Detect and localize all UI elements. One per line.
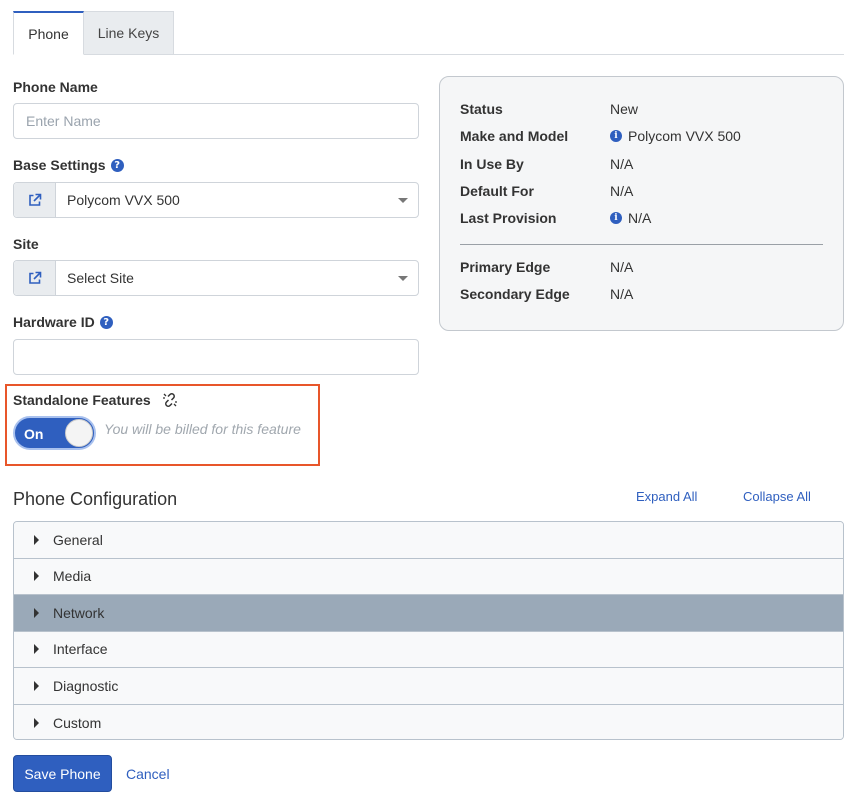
save-phone-button[interactable]: Save Phone xyxy=(13,755,112,792)
caret-right-icon xyxy=(34,717,39,728)
phone-configuration-title: Phone Configuration xyxy=(13,489,178,509)
hardware-id-input[interactable] xyxy=(13,339,419,375)
chevron-down-icon xyxy=(398,198,408,203)
status-key: Primary Edge xyxy=(460,259,551,275)
status-value-text: N/A xyxy=(610,259,634,275)
secondary-edge-row: Secondary Edge N/A xyxy=(460,286,633,302)
status-value: N/A xyxy=(610,259,633,275)
caret-right-icon xyxy=(34,607,39,618)
status-key: Make and Model xyxy=(460,128,569,144)
accordion-item-network[interactable]: Network xyxy=(14,595,843,632)
caret-right-icon xyxy=(34,571,39,582)
billing-note: You will be billed for this feature xyxy=(104,421,301,437)
status-value-text: N/A xyxy=(628,210,652,226)
caret-right-icon xyxy=(34,680,39,691)
external-link-icon xyxy=(28,193,41,206)
primary-edge-row: Primary Edge N/A xyxy=(460,259,633,275)
status-key: Last Provision xyxy=(460,210,557,226)
site-label: Site xyxy=(13,236,39,252)
standalone-features-label-text: Standalone Features xyxy=(13,392,151,408)
status-panel: Status New Make and Model i Polycom VVX … xyxy=(439,76,844,331)
site-select[interactable]: Select Site xyxy=(13,260,419,296)
status-value-text: New xyxy=(610,101,639,117)
phone-name-input[interactable] xyxy=(13,103,419,139)
base-settings-value[interactable]: Polycom VVX 500 xyxy=(56,183,418,217)
hardware-id-label: Hardware ID ? xyxy=(13,314,113,330)
status-value-text: N/A xyxy=(610,286,634,302)
status-value: i N/A xyxy=(610,210,651,226)
in-use-row: In Use By N/A xyxy=(460,156,633,172)
toggle-knob xyxy=(65,419,93,447)
toggle-label: On xyxy=(24,426,44,442)
accordion-item-media[interactable]: Media xyxy=(14,558,843,595)
external-link-button[interactable] xyxy=(14,183,56,217)
status-value-text: Polycom VVX 500 xyxy=(628,128,741,144)
phone-name-label-text: Phone Name xyxy=(13,79,98,95)
expand-all-link[interactable]: Expand All xyxy=(636,489,697,504)
site-label-text: Site xyxy=(13,236,39,252)
external-link-button[interactable] xyxy=(14,261,56,295)
status-value: N/A xyxy=(610,286,633,302)
unlink-icon xyxy=(162,393,177,407)
chevron-down-icon xyxy=(398,276,408,281)
last-provision-row: Last Provision i N/A xyxy=(460,210,651,226)
status-value: N/A xyxy=(610,183,633,199)
cancel-link[interactable]: Cancel xyxy=(126,766,170,782)
standalone-toggle[interactable]: On xyxy=(13,416,96,450)
help-icon[interactable]: ? xyxy=(99,315,113,329)
accordion-item-general[interactable]: General xyxy=(14,522,843,559)
accordion-item-custom[interactable]: Custom xyxy=(14,704,843,739)
info-icon[interactable]: i xyxy=(610,212,622,224)
accordion-item-interface[interactable]: Interface xyxy=(14,631,843,668)
status-divider xyxy=(460,244,823,245)
tab-bar: Phone Line Keys xyxy=(13,11,844,55)
base-settings-value-text: Polycom VVX 500 xyxy=(67,192,180,208)
accordion-label: Media xyxy=(53,568,92,585)
external-link-icon xyxy=(28,271,41,284)
status-value-text: N/A xyxy=(610,156,634,172)
info-icon[interactable]: i xyxy=(610,130,622,142)
tab-phone[interactable]: Phone xyxy=(13,11,84,55)
help-icon[interactable]: ? xyxy=(110,158,124,172)
base-settings-label: Base Settings ? xyxy=(13,157,124,173)
accordion-label: General xyxy=(53,531,103,548)
default-for-row: Default For N/A xyxy=(460,183,633,199)
accordion-label: Custom xyxy=(53,714,102,731)
caret-right-icon xyxy=(34,534,39,545)
phone-name-label: Phone Name xyxy=(13,79,98,95)
accordion-label: Interface xyxy=(53,641,108,658)
caret-right-icon xyxy=(34,644,39,655)
status-value: N/A xyxy=(610,156,633,172)
status-key: Status xyxy=(460,101,503,117)
base-settings-label-text: Base Settings xyxy=(13,157,106,173)
make-model-row: Make and Model i Polycom VVX 500 xyxy=(460,128,741,144)
accordion-item-diagnostic[interactable]: Diagnostic xyxy=(14,668,843,705)
status-key: In Use By xyxy=(460,156,524,172)
status-value: i Polycom VVX 500 xyxy=(610,128,741,144)
collapse-all-link[interactable]: Collapse All xyxy=(743,489,811,504)
status-value: New xyxy=(610,101,638,117)
tab-line-keys[interactable]: Line Keys xyxy=(84,11,174,55)
status-key: Secondary Edge xyxy=(460,286,570,302)
accordion-label: Diagnostic xyxy=(53,677,119,694)
standalone-features-label: Standalone Features xyxy=(13,392,178,408)
hardware-id-label-text: Hardware ID xyxy=(13,314,95,330)
config-accordion: General Media Network Interface Diagnost… xyxy=(13,521,844,740)
accordion-label: Network xyxy=(53,604,105,621)
site-value[interactable]: Select Site xyxy=(56,261,418,295)
site-value-text: Select Site xyxy=(67,270,134,286)
base-settings-select[interactable]: Polycom VVX 500 xyxy=(13,182,419,218)
status-key: Default For xyxy=(460,183,534,199)
status-row: Status New xyxy=(460,101,638,117)
status-value-text: N/A xyxy=(610,183,634,199)
